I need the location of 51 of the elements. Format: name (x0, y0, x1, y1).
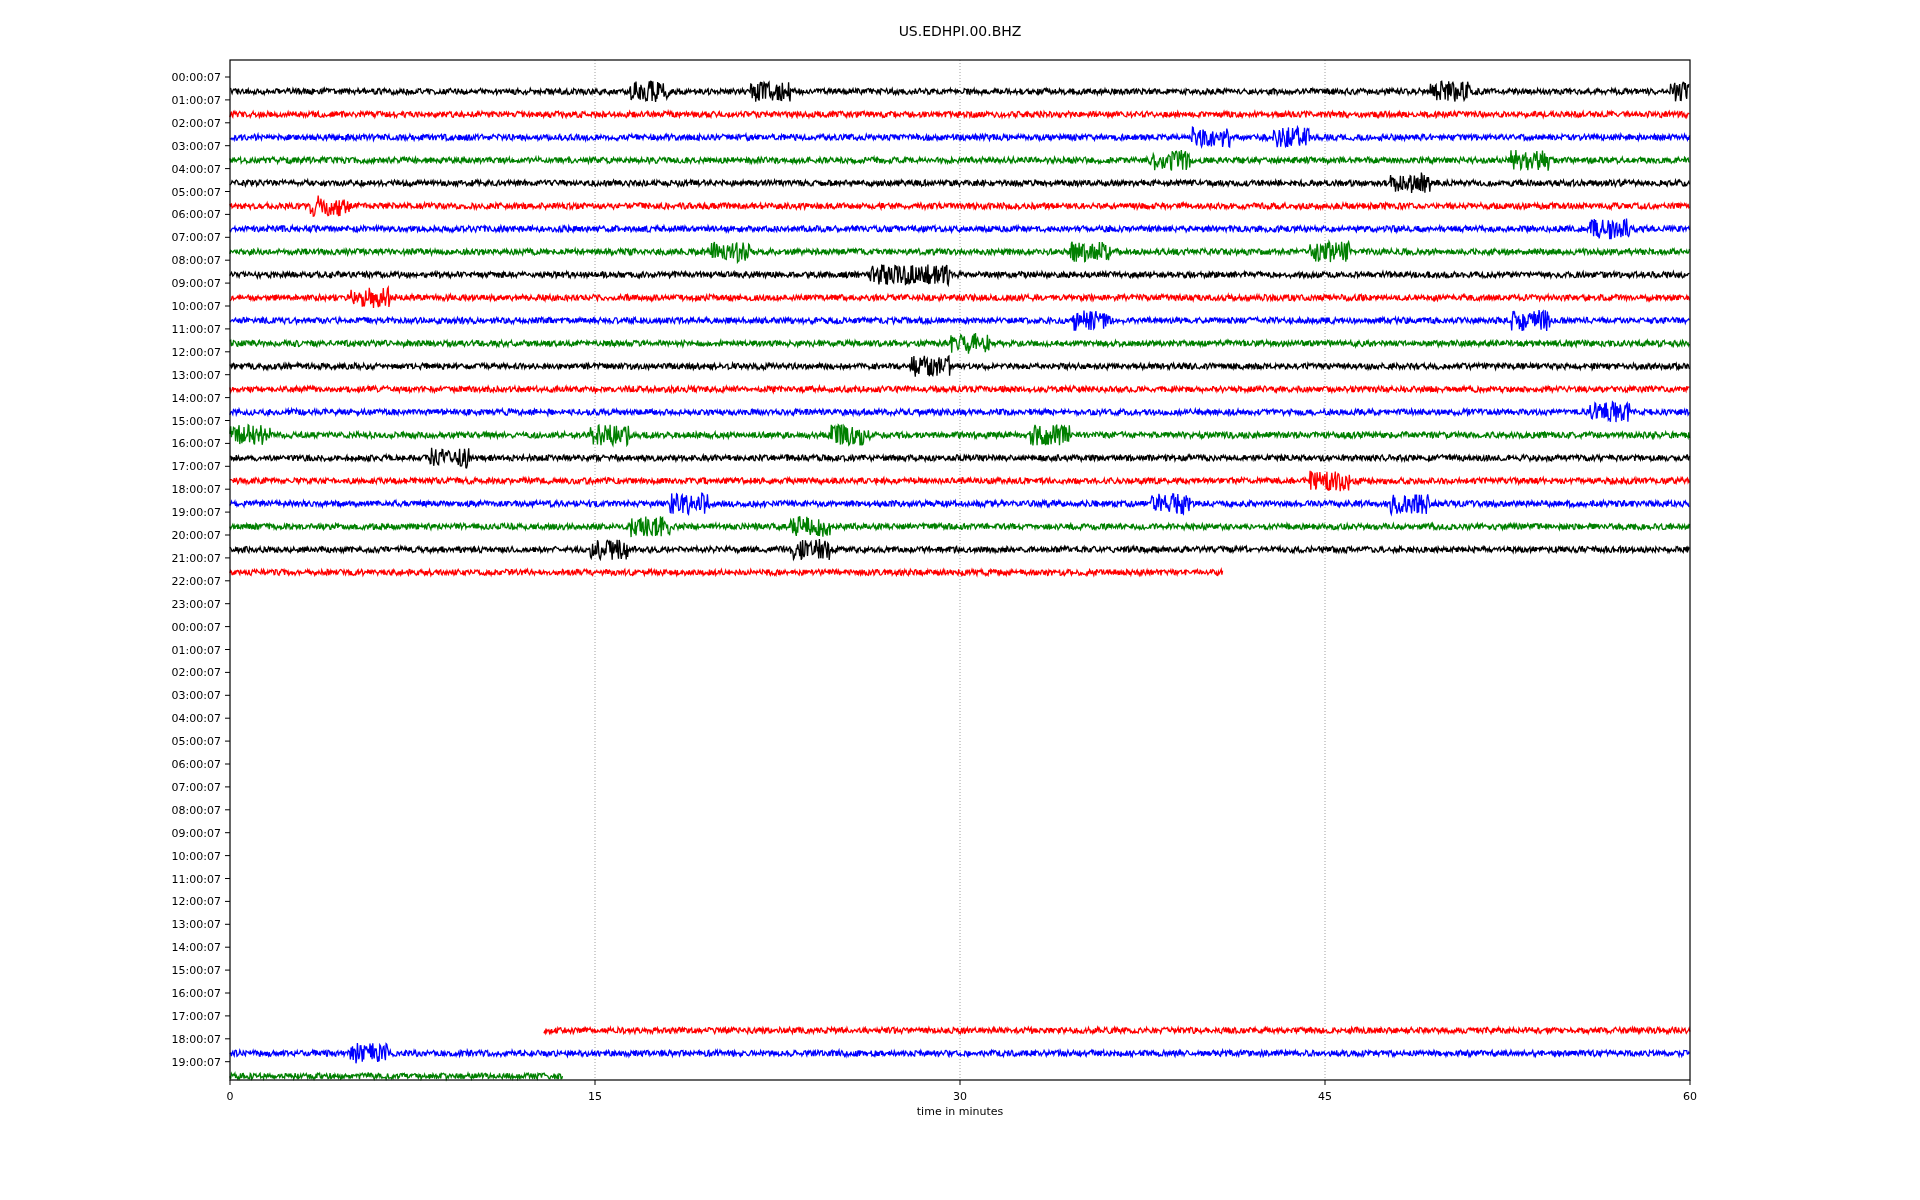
y-tick-label: 16:00:07 (171, 987, 221, 1000)
y-tick-label: 17:00:07 (171, 1009, 221, 1023)
x-tick-label: 45 (1318, 1090, 1332, 1103)
y-tick-label: 00:00:07 (171, 71, 221, 84)
y-tick-label: 16:00:07 (171, 437, 221, 451)
y-tick-label: 14:00:07 (171, 941, 221, 955)
y-tick-label: 03:00:07 (171, 689, 221, 703)
y-tick-label: 19:00:07 (171, 506, 221, 520)
y-tick-label: 07:00:07 (171, 780, 221, 794)
y-tick-label: 21:00:07 (171, 551, 221, 565)
y-tick-label: 15:00:07 (171, 414, 221, 428)
x-tick-label: 30 (953, 1090, 967, 1103)
y-tick-label: 23:00:07 (171, 597, 221, 611)
y-tick-label: 05:00:07 (171, 735, 221, 749)
y-tick-label: 22:00:07 (171, 574, 221, 588)
chart-title: US.EDHPI.00.BHZ (898, 23, 1022, 39)
y-tick-label: 06:00:07 (171, 208, 221, 222)
y-tick-label: 13:00:07 (171, 368, 221, 382)
y-tick-label: 04:00:07 (171, 162, 221, 176)
y-tick-label: 19:00:07 (171, 1055, 221, 1069)
x-axis-label: time in minutes (916, 1105, 1004, 1118)
y-tick-label: 07:00:07 (171, 231, 221, 245)
y-tick-label: 01:00:07 (171, 93, 221, 107)
y-tick-label: 06:00:07 (171, 758, 221, 771)
y-tick-label: 10:00:07 (171, 849, 221, 863)
y-tick-label: 09:00:07 (171, 826, 221, 840)
y-tick-label: 01:00:07 (171, 643, 221, 657)
y-tick-label: 12:00:07 (171, 895, 221, 909)
y-tick-label: 05:00:07 (171, 185, 221, 199)
y-tick-label: 02:00:07 (171, 666, 221, 680)
x-tick-label: 0 (226, 1090, 234, 1103)
y-tick-label: 13:00:07 (171, 918, 221, 932)
y-tick-label: 14:00:07 (171, 391, 221, 405)
y-tick-label: 04:00:07 (171, 712, 221, 726)
y-tick-label: 00:00:07 (171, 620, 221, 634)
y-tick-label: 08:00:07 (171, 803, 221, 817)
y-tick-label: 08:00:07 (171, 254, 221, 268)
y-tick-label: 17:00:07 (171, 460, 221, 474)
y-tick-label: 03:00:07 (171, 139, 221, 153)
y-tick-label: 12:00:07 (171, 345, 221, 359)
y-tick-label: 10:00:07 (171, 300, 221, 313)
y-tick-label: 18:00:07 (171, 1032, 221, 1046)
x-tick-label: 60 (1683, 1090, 1697, 1103)
y-tick-label: 18:00:07 (171, 483, 221, 497)
y-tick-label: 11:00:07 (171, 322, 221, 336)
y-tick-label: 02:00:07 (171, 116, 221, 130)
y-tick-label: 20:00:07 (171, 529, 221, 542)
y-tick-label: 11:00:07 (171, 872, 221, 886)
x-tick-label: 15 (588, 1090, 602, 1103)
y-tick-label: 15:00:07 (171, 964, 221, 978)
y-tick-label: 09:00:07 (171, 277, 221, 291)
